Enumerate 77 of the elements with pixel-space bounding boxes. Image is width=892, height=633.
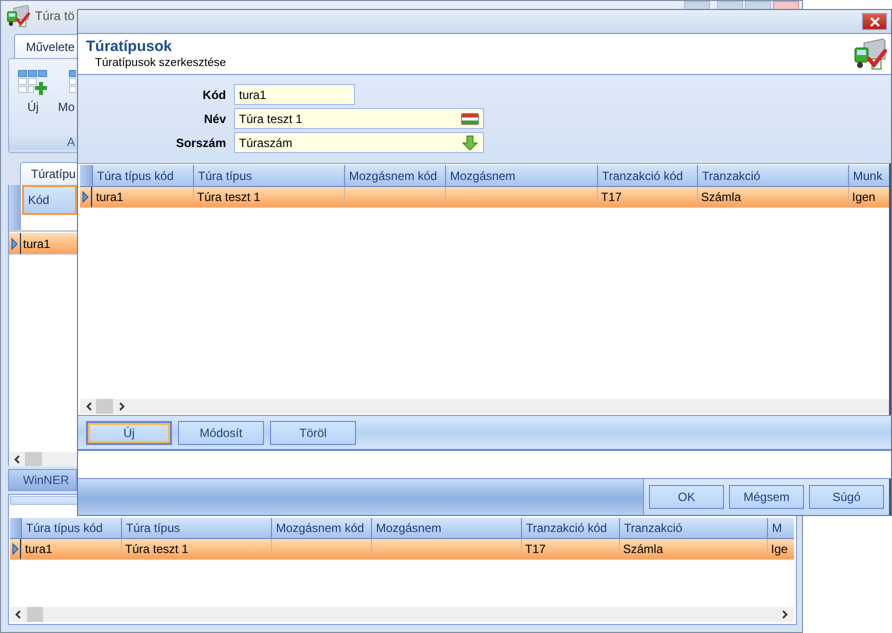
row-selector-header (9, 185, 21, 230)
scrollbar-thumb[interactable] (96, 399, 113, 414)
column-header[interactable]: Tranzakció (697, 165, 848, 186)
column-header[interactable]: Mozgásnem (371, 518, 521, 538)
table-cell: Számla (619, 539, 767, 559)
triangle-icon (82, 191, 89, 203)
chevron-right-icon[interactable] (782, 610, 788, 619)
input-field[interactable]: tura1 (234, 84, 355, 105)
truck-icon (5, 4, 31, 28)
dialog-button[interactable]: Mégsem (729, 485, 804, 509)
table-cell: Számla (697, 187, 848, 207)
dialog-subtitle: Túratípusok szerkesztése (95, 56, 226, 70)
window-title: Túra tö (35, 8, 75, 22)
table-cell: Ige (767, 539, 794, 559)
column-header[interactable]: Kód (22, 185, 77, 215)
action-button[interactable]: Töröl (270, 420, 356, 444)
chevron-right-icon[interactable] (119, 402, 125, 411)
scrollbar-thumb[interactable] (27, 607, 43, 622)
table-cell: Túra teszt 1 (121, 539, 271, 559)
minimize-button[interactable] (717, 1, 743, 9)
table-row[interactable]: tura1 (9, 233, 77, 255)
column-header[interactable]: Tranzakció kód (597, 165, 697, 186)
maximize-button[interactable] (745, 1, 771, 9)
table-row[interactable]: tura1 Túra teszt 1 T17 Számla Ige (10, 539, 794, 560)
group-label: A (9, 134, 77, 150)
ribbon-button[interactable]: Mo (58, 70, 76, 114)
table-cell: T17 (521, 539, 619, 559)
title-bar-button[interactable] (684, 1, 710, 9)
dialog-button[interactable]: OK (649, 485, 724, 509)
column-header[interactable]: Mozgásnem kód (344, 165, 445, 186)
column-header[interactable]: Túra típus kód (92, 165, 193, 186)
chevron-left-icon[interactable] (14, 454, 20, 464)
input-field[interactable]: Túraszám (234, 132, 484, 153)
tab[interactable]: Túratípu (20, 162, 77, 185)
chevron-left-icon[interactable] (15, 610, 21, 619)
table-plus-icon (18, 70, 48, 96)
column-header[interactable]: Túra típus kód (21, 518, 121, 538)
truck-icon (853, 37, 887, 71)
close-button[interactable] (862, 13, 887, 30)
table-row[interactable]: tura1 Túra teszt 1 T17 Számla Igen (80, 187, 889, 208)
horizontal-scrollbar[interactable] (10, 607, 794, 622)
horizontal-scrollbar[interactable] (9, 452, 77, 466)
action-button[interactable]: Módosít (178, 420, 264, 444)
table-cell: tura1 (92, 187, 193, 207)
form-label: Név (202, 112, 226, 126)
dialog-title: Túratípusok (86, 38, 173, 56)
pane-tab[interactable]: WinNER (8, 469, 77, 491)
chevron-left-icon[interactable] (86, 402, 92, 411)
table-cell: T17 (597, 187, 697, 207)
triangle-icon (12, 543, 18, 555)
row-selector-header (80, 165, 92, 186)
column-header[interactable]: Túra típus (193, 165, 344, 186)
action-button[interactable]: Új (86, 420, 172, 444)
table-cell: Igen (848, 187, 889, 207)
input-field[interactable]: Túra teszt 1 (234, 108, 484, 129)
ribbon-button[interactable]: Új (16, 70, 50, 114)
column-header[interactable]: Túra típus (121, 518, 271, 538)
flag-icon[interactable] (461, 112, 479, 124)
column-header[interactable]: Tranzakció kód (521, 518, 619, 538)
column-header[interactable]: Munk (848, 165, 889, 186)
table-cell: tura1 (21, 539, 121, 559)
column-header[interactable]: M (767, 518, 794, 538)
table-cell-text: tura1 (22, 236, 52, 252)
table-cell: Túra teszt 1 (193, 187, 344, 207)
form-label: Kód (202, 88, 226, 102)
horizontal-scrollbar[interactable] (80, 399, 889, 414)
scrollbar-thumb[interactable] (25, 452, 42, 466)
column-header[interactable]: Tranzakció (619, 518, 767, 538)
triangle-icon (11, 238, 18, 250)
ribbon-tab[interactable]: Művelete (14, 34, 77, 58)
dialog-button[interactable]: Súgó (809, 485, 884, 509)
arrow-down-icon[interactable] (462, 134, 478, 150)
column-header[interactable]: Mozgásnem (445, 165, 597, 186)
column-header[interactable]: Mozgásnem kód (271, 518, 371, 538)
close-icon (870, 16, 880, 26)
row-selector-header (10, 518, 21, 538)
form-label: Sorszám (174, 136, 226, 150)
